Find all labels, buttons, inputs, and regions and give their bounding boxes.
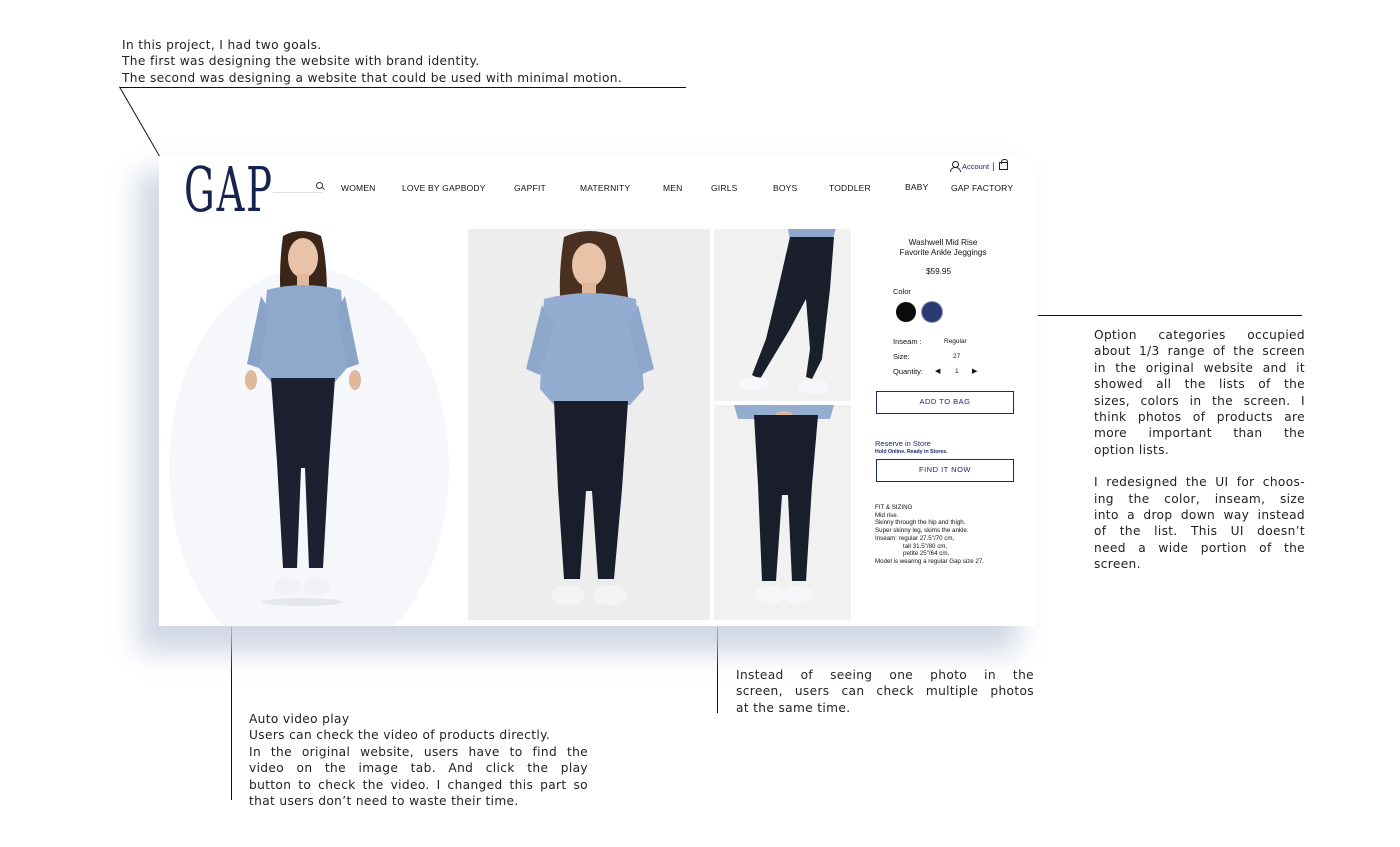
color-label: Color [893, 287, 911, 296]
fit-heading: FIT & SIZING [875, 504, 913, 511]
options-leader-line [1038, 315, 1302, 317]
fit-line: Mid rise. [875, 511, 899, 519]
search-icon[interactable] [316, 182, 323, 189]
reserve-in-store-link[interactable]: Reserve in Store [875, 439, 931, 448]
nav-girls[interactable]: GIRLS [711, 183, 738, 193]
account-link[interactable]: Account [962, 162, 989, 171]
options-line: about 1/3 range of the screen [1094, 344, 1305, 359]
color-swatch-navy[interactable] [922, 302, 942, 322]
product-title-line: Favorite Ankle Jeggings [899, 247, 987, 257]
photos-line: screen, users can check multiple photos [736, 684, 1034, 699]
find-it-now-button[interactable]: FIND IT NOW [876, 459, 1014, 482]
photos-note: Instead of seeing one photo in the scree… [736, 667, 1034, 716]
quantity-value[interactable]: 1 [955, 368, 959, 375]
photos-line: Instead of seeing one photo in the [736, 668, 1034, 682]
inseam-label: Inseam : [893, 337, 922, 346]
quantity-decrease-icon[interactable]: ◀ [935, 367, 940, 375]
video-note: Auto video play Users can check the vide… [249, 711, 588, 809]
video-line: button to check the video. I changed thi… [249, 777, 588, 792]
account-icon[interactable] [950, 161, 961, 172]
options-line: I redesigned the UI for choos- [1094, 475, 1305, 490]
account-separator: | [992, 161, 995, 171]
options-line: Option categories occupied [1094, 328, 1305, 342]
fit-and-sizing: FIT & SIZING Mid rise. Skinny through th… [875, 504, 984, 566]
intro-note: In this project, I had two goals. The fi… [122, 37, 622, 86]
size-label: Size: [893, 352, 910, 361]
options-line: ing the color, inseam, size [1094, 491, 1305, 506]
reserve-subtitle: Hold Online. Ready in Stores. [875, 449, 948, 455]
options-line: of the list. This UI doesn’t [1094, 524, 1305, 539]
product-price: $59.95 [925, 267, 952, 276]
intro-line: The first was designing the website with… [122, 54, 480, 69]
intro-line: In this project, I had two goals. [122, 38, 322, 52]
fit-line: petite 25"/64 cm. [903, 550, 950, 558]
add-to-bag-button[interactable]: ADD TO BAG [876, 391, 1014, 414]
fit-line: Inseam: regular 27.5"/70 cm, [875, 534, 955, 542]
video-leader-line [231, 627, 233, 800]
fit-line: Super skinny leg, skims the ankle. [875, 527, 969, 535]
intro-leader-line [119, 86, 161, 157]
size-dropdown[interactable]: 27 [953, 353, 960, 360]
video-line: Auto video play [249, 712, 350, 726]
nav-gapfit[interactable]: GAPFIT [514, 183, 546, 193]
video-line: that users don’t need to waste their tim… [249, 794, 519, 809]
nav-maternity[interactable]: MATERNITY [580, 183, 630, 193]
shopping-bag-icon[interactable] [999, 159, 1009, 170]
product-photo-front[interactable] [468, 229, 710, 620]
options-note: Option categories occupied about 1/3 ran… [1094, 327, 1305, 573]
options-line: more important than the [1094, 426, 1305, 441]
nav-women[interactable]: WOMEN [341, 183, 376, 193]
intro-underline [120, 87, 686, 89]
photos-line: at the same time. [736, 700, 851, 715]
product-title: Washwell Mid Rise Favorite Ankle Jegging… [868, 238, 1018, 257]
video-line: In the original website, users have to f… [249, 744, 588, 759]
video-line: Users can check the video of products di… [249, 728, 551, 743]
nav-baby[interactable]: BABY [905, 182, 928, 192]
video-line: video on the image tab. And click the pl… [249, 761, 588, 776]
nav-men[interactable]: MEN [663, 183, 683, 193]
search-input[interactable] [273, 182, 323, 193]
nav-love-by-gapbody[interactable]: LOVE BY GAPBODY [402, 183, 486, 193]
product-video[interactable] [159, 218, 464, 626]
options-line: into a drop down way instead [1094, 508, 1305, 523]
quantity-label: Quantity: [893, 367, 924, 376]
nav-boys[interactable]: BOYS [773, 183, 797, 193]
product-photo-side[interactable] [714, 229, 851, 401]
options-line: in the original website and it [1094, 360, 1305, 375]
fit-line: Skinny through the hip and thigh. [875, 519, 966, 527]
fit-line: Model is wearing a regular Gap size 27. [875, 557, 985, 565]
options-line: option lists. [1094, 442, 1170, 457]
account-area: Account | [950, 159, 1009, 172]
fit-line: tall 31.5"/80 cm, [903, 542, 948, 550]
quantity-increase-icon[interactable]: ▶ [972, 367, 977, 375]
intro-line: The second was designing a website that … [122, 70, 623, 85]
color-swatch-black[interactable] [896, 302, 916, 322]
nav-toddler[interactable]: TODDLER [829, 183, 871, 193]
gap-logo[interactable]: GAP [184, 158, 274, 222]
options-line: need a wide portion of the [1094, 540, 1305, 555]
nav-gap-factory[interactable]: GAP FACTORY [951, 183, 1013, 193]
website-mockup: GAP WOMEN LOVE BY GAPBODY GAPFIT MATERNI… [159, 156, 1036, 626]
inseam-dropdown[interactable]: Regular [944, 338, 967, 345]
product-photo-back[interactable] [714, 405, 851, 620]
options-line: screen. [1094, 557, 1141, 572]
product-title-line: Washwell Mid Rise [908, 238, 978, 247]
options-line: showed all the lists of the [1094, 377, 1305, 392]
options-line: think photos of products are [1094, 410, 1305, 425]
options-line: sizes, colors in the screen. I [1094, 393, 1305, 408]
